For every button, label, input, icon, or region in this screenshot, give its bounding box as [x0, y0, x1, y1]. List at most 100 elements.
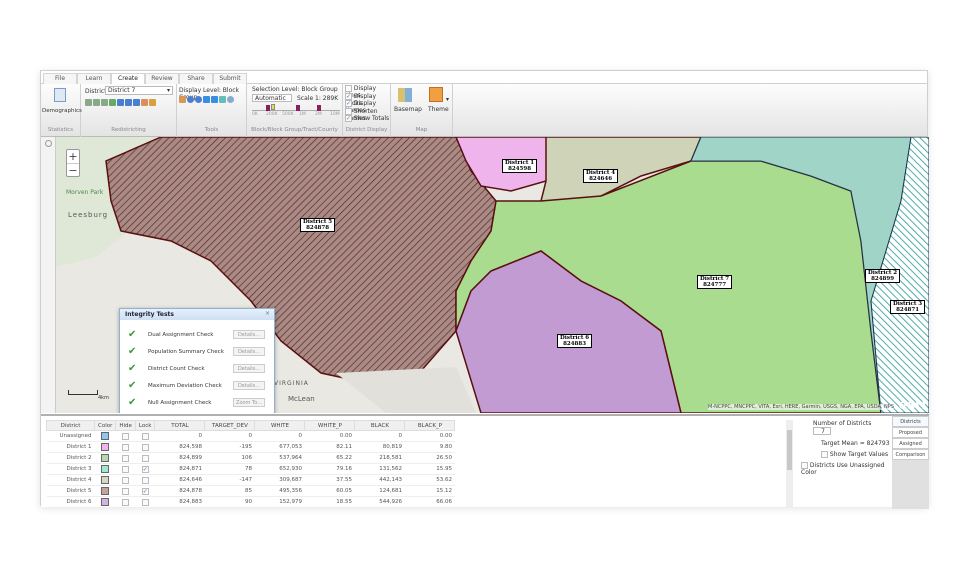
- district-select[interactable]: District 7 ▾: [105, 86, 173, 95]
- basemap-icon[interactable]: [398, 88, 412, 102]
- display-option[interactable]: Display Lines: [345, 85, 390, 99]
- tab-comparison[interactable]: Comparison: [892, 449, 929, 460]
- table-row[interactable]: District 6 824,883 90 152,979 18.55 544,…: [46, 496, 455, 508]
- hide-checkbox[interactable]: [122, 432, 130, 440]
- tab-assigned[interactable]: Assigned: [892, 438, 929, 449]
- table-row[interactable]: District 2 824,899 106 537,964 65.22 218…: [46, 452, 455, 464]
- lock-checkbox[interactable]: ✓: [141, 487, 149, 495]
- chevron-down-icon[interactable]: ▾: [446, 96, 449, 103]
- tab-districts[interactable]: Districts: [892, 416, 929, 427]
- color-swatch[interactable]: [101, 498, 110, 506]
- theme-button[interactable]: Theme: [428, 106, 449, 113]
- color-swatch[interactable]: [101, 476, 110, 484]
- check-details-button[interactable]: Details...: [233, 347, 265, 356]
- arrow-left-icon[interactable]: [203, 96, 210, 103]
- tab-file[interactable]: File: [43, 73, 77, 84]
- redo-icon[interactable]: [125, 99, 132, 106]
- display-option[interactable]: ✓ Display Names: [345, 100, 390, 114]
- lock-checkbox[interactable]: [141, 443, 149, 451]
- tab-learn[interactable]: Learn: [77, 73, 111, 84]
- lock-checkbox[interactable]: [141, 432, 149, 440]
- column-header[interactable]: BLACK: [354, 420, 406, 431]
- arrow-right-icon[interactable]: [211, 96, 218, 103]
- check-details-button[interactable]: Details...: [233, 364, 265, 373]
- zoom-in-icon[interactable]: [187, 96, 194, 103]
- scale-slider[interactable]: 0K 200K 500K 1M 2M 10M: [252, 104, 340, 118]
- slider-handle[interactable]: [266, 105, 270, 111]
- scrollbar-thumb[interactable]: [787, 430, 792, 470]
- check-details-button[interactable]: Details...: [233, 381, 265, 390]
- tab-submit[interactable]: Submit: [213, 73, 247, 84]
- select-tool-icon[interactable]: [85, 99, 92, 106]
- column-header[interactable]: WHITE: [254, 420, 306, 431]
- assign-icon[interactable]: [93, 99, 100, 106]
- extent-icon[interactable]: [219, 96, 226, 103]
- close-icon[interactable]: ×: [265, 310, 270, 317]
- unassigned-color-checkbox[interactable]: [801, 462, 808, 469]
- zoom-in-button[interactable]: +: [67, 150, 79, 164]
- user-icon[interactable]: [141, 99, 148, 106]
- display-option[interactable]: Shorten Names: [345, 107, 390, 122]
- color-swatch[interactable]: [101, 487, 110, 495]
- color-swatch[interactable]: [101, 465, 110, 473]
- basemap-button[interactable]: Basemap: [394, 106, 422, 113]
- zoom-out-button[interactable]: −: [67, 164, 79, 178]
- display-option-checkbox[interactable]: ✓: [345, 115, 352, 122]
- unassign-icon[interactable]: [101, 99, 108, 106]
- show-target-checkbox[interactable]: [821, 451, 828, 458]
- map-view[interactable]: + − Morven Park Leesburg VIRGINIA McLean …: [56, 137, 929, 413]
- lock-checkbox[interactable]: ✓: [141, 465, 149, 473]
- slider-handle-active[interactable]: [271, 104, 275, 110]
- color-swatch[interactable]: [101, 432, 110, 440]
- color-swatch[interactable]: [101, 454, 110, 462]
- display-option-checkbox[interactable]: ✓: [345, 100, 352, 107]
- theme-icon[interactable]: [429, 87, 443, 102]
- demographics-button[interactable]: Demographics: [42, 108, 82, 114]
- num-districts-stepper[interactable]: 7: [813, 427, 831, 435]
- lock-icon[interactable]: [149, 99, 156, 106]
- table-scrollbar[interactable]: [786, 420, 793, 508]
- table-row[interactable]: District 4 824,646 -147 309,687 37.55 44…: [46, 474, 455, 486]
- column-header[interactable]: BLACK_P: [404, 420, 456, 431]
- info-icon[interactable]: [227, 96, 234, 103]
- lock-checkbox[interactable]: [141, 454, 149, 462]
- check-details-button[interactable]: Zoom To...: [233, 398, 265, 407]
- column-header[interactable]: TOTAL: [154, 420, 206, 431]
- table-row[interactable]: Unassigned 0 0 0 0.00 0 0.00: [46, 430, 455, 442]
- lock-checkbox[interactable]: [141, 498, 149, 506]
- table-row[interactable]: District 1 824,598 -195 677,053 82.11 80…: [46, 441, 455, 453]
- column-header[interactable]: Color: [93, 420, 117, 431]
- color-swatch[interactable]: [101, 443, 110, 451]
- zoom-out-icon[interactable]: [195, 96, 202, 103]
- display-option-checkbox[interactable]: [345, 107, 352, 115]
- column-header[interactable]: District: [46, 420, 95, 431]
- hide-checkbox[interactable]: [122, 465, 130, 473]
- undo-icon[interactable]: [117, 99, 124, 106]
- display-option[interactable]: ✓ Display Locks: [345, 92, 390, 107]
- slider-handle[interactable]: [317, 105, 321, 111]
- hide-checkbox[interactable]: [122, 443, 130, 451]
- column-header[interactable]: TARGET_DEV: [204, 420, 256, 431]
- search-icon[interactable]: [133, 99, 140, 106]
- column-header[interactable]: Lock: [134, 420, 156, 431]
- display-option[interactable]: ✓ Show Totals: [345, 115, 390, 123]
- display-option-checkbox[interactable]: ✓: [345, 92, 352, 100]
- column-header[interactable]: WHITE_P: [304, 420, 356, 431]
- hide-checkbox[interactable]: [122, 498, 130, 506]
- tab-review[interactable]: Review: [145, 73, 179, 84]
- hide-checkbox[interactable]: [122, 454, 130, 462]
- display-option-checkbox[interactable]: [345, 85, 352, 92]
- hide-checkbox[interactable]: [122, 476, 130, 484]
- map-side-strip[interactable]: [41, 137, 56, 413]
- slider-handle[interactable]: [296, 105, 300, 111]
- mode-select[interactable]: Automatic: [252, 94, 292, 102]
- tab-proposed[interactable]: Proposed: [892, 427, 929, 438]
- hide-checkbox[interactable]: [122, 487, 130, 495]
- table-row[interactable]: District 5 ✓ 824,878 85 495,356 60.05 12…: [46, 485, 455, 497]
- table-row[interactable]: District 3 ✓ 824,871 78 652,930 79.16 13…: [46, 463, 455, 475]
- pan-icon[interactable]: [179, 96, 186, 103]
- tab-share[interactable]: Share: [179, 73, 213, 84]
- check-icon[interactable]: [109, 99, 116, 106]
- column-header[interactable]: Hide: [115, 420, 136, 431]
- lock-checkbox[interactable]: [141, 476, 149, 484]
